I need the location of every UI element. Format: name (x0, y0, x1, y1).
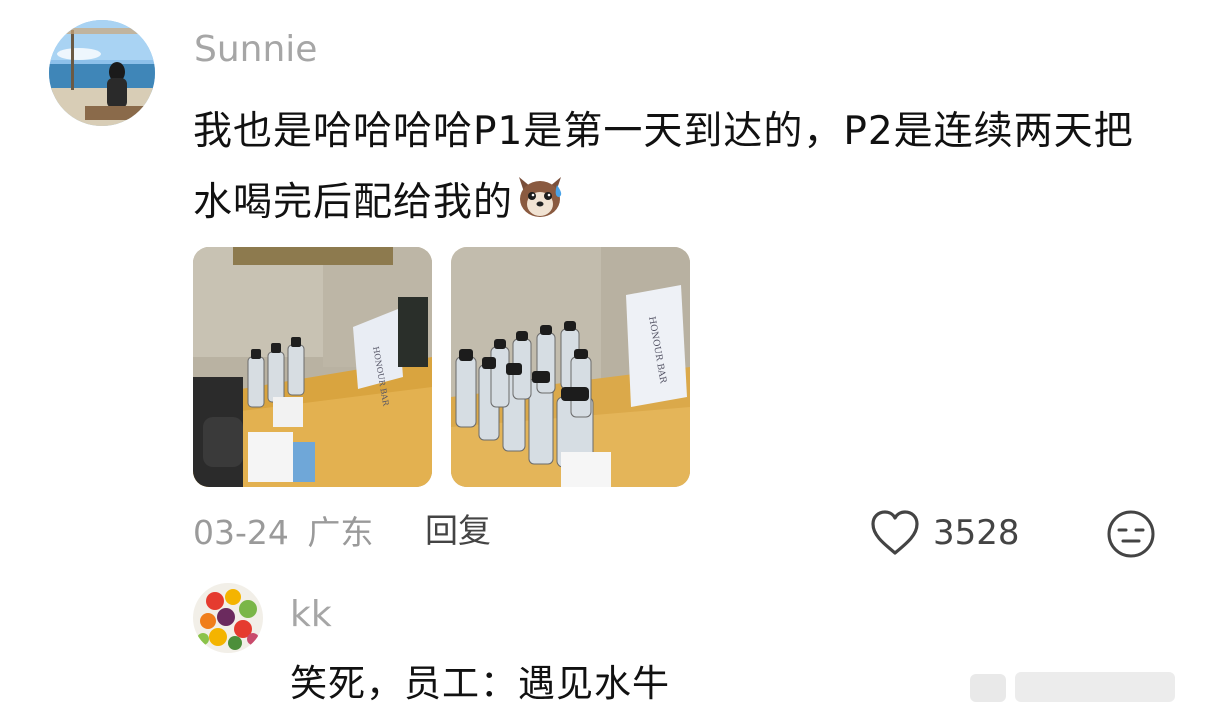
reply-user-avatar[interactable] (193, 583, 263, 653)
reply-text: 笑死，员工：遇见水牛 (290, 662, 670, 705)
like-button[interactable]: 3528 (869, 507, 1020, 559)
comment-photo-2[interactable]: HONOUR BAR (451, 247, 690, 487)
comment-meta: 03-24 广东 (193, 513, 373, 553)
neutral-face-icon[interactable] (1106, 509, 1156, 559)
comment-date: 03-24 (193, 513, 289, 552)
comment-text-content: 我也是哈哈哈哈P1是第一天到达的，P2是连续两天把水喝完后配给我的 (193, 109, 1134, 225)
comment-username[interactable]: Sunnie (194, 32, 317, 68)
comment-location: 广东 (307, 513, 374, 552)
comment-thread: Sunnie 我也是哈哈哈哈P1是第一天到达的，P2是连续两天把水喝完后配给我的 (0, 0, 1206, 716)
reply-button[interactable]: 回复 (425, 511, 491, 551)
sweating-dog-emoji-icon (513, 171, 567, 225)
reply-username[interactable]: kk (290, 597, 332, 633)
watermark (970, 666, 1175, 706)
comment-photo-1[interactable]: HONOUR BAR (193, 247, 432, 487)
heart-outline-icon (869, 509, 921, 557)
comment-text: 我也是哈哈哈哈P1是第一天到达的，P2是连续两天把水喝完后配给我的 (193, 96, 1173, 238)
like-count: 3528 (933, 513, 1020, 553)
user-avatar[interactable] (49, 20, 155, 126)
